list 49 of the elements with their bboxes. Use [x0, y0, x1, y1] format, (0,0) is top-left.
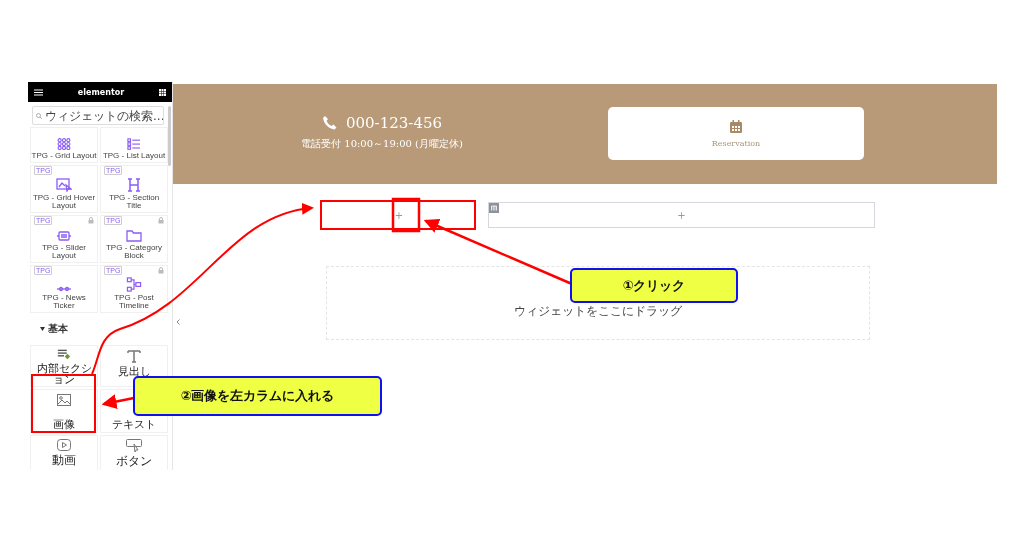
widget-card[interactable]: 動画	[31, 436, 97, 470]
widget-card[interactable]: 画像	[31, 390, 97, 432]
business-hours: 電話受付 10:00～19:00 (月曜定休)	[301, 137, 463, 151]
heading-icon	[127, 349, 141, 363]
grid-icon	[56, 137, 72, 150]
video-icon	[57, 439, 71, 451]
widget-label: ボタン	[115, 455, 153, 468]
menu-icon[interactable]	[34, 88, 43, 96]
widget-label: 内部セクション	[35, 362, 93, 386]
apps-grid-icon[interactable]	[159, 88, 166, 96]
widget-label: 画像	[52, 419, 76, 431]
collapse-icon[interactable]	[176, 319, 180, 325]
widget-label: TPG - Section Title	[107, 194, 161, 210]
ticker-icon	[56, 286, 72, 292]
widget-label: テキスト	[111, 419, 157, 431]
slider-icon	[56, 230, 72, 242]
logo-text: elementor	[77, 87, 125, 97]
widget-label: TPG - News Ticker	[41, 294, 87, 310]
widget-label: TPG - Slider Layout	[41, 244, 87, 260]
calendar-icon	[730, 119, 742, 133]
drop-hint: ウィジェットをここにドラッグ	[514, 303, 682, 320]
phone-icon	[322, 115, 338, 131]
list-icon	[126, 137, 142, 150]
callout-tooltip: ①クリック	[570, 268, 738, 303]
category-header[interactable]: 基本	[40, 322, 166, 336]
phone-number: 000-123-456	[346, 114, 442, 132]
search-icon	[36, 113, 42, 119]
widget-label: TPG - Post Timeline	[113, 294, 155, 310]
caret-icon	[40, 327, 45, 331]
widget-label: TPG - Category Block	[105, 244, 163, 260]
widget-label: TPG - Grid Hover Layout	[31, 194, 97, 210]
timeline-icon	[126, 277, 142, 292]
widget-card[interactable]: TPG - Grid Layout	[31, 128, 97, 162]
callout-tooltip: ②画像を左カラムに入れる	[133, 376, 382, 416]
highlight-frame	[31, 374, 96, 433]
heading-icon	[127, 178, 141, 192]
widget-card[interactable]: ボタン	[101, 436, 167, 470]
widget-card[interactable]: 内部セクション	[31, 346, 97, 386]
widget-label: TPG - Grid Layout	[31, 152, 97, 160]
widget-card[interactable]: TPG - List Layout	[101, 128, 167, 162]
widget-label: TPG - List Layout	[102, 152, 166, 160]
search-field[interactable]: ウィジェットの検索...	[32, 106, 164, 125]
annotation-arrow	[101, 394, 135, 409]
image-icon	[57, 394, 71, 406]
button-icon	[126, 439, 142, 452]
widget-label: 動画	[51, 454, 77, 467]
image-cursor-icon	[56, 178, 72, 192]
column-handle-icon[interactable]	[489, 203, 499, 213]
folder-icon	[126, 229, 142, 242]
